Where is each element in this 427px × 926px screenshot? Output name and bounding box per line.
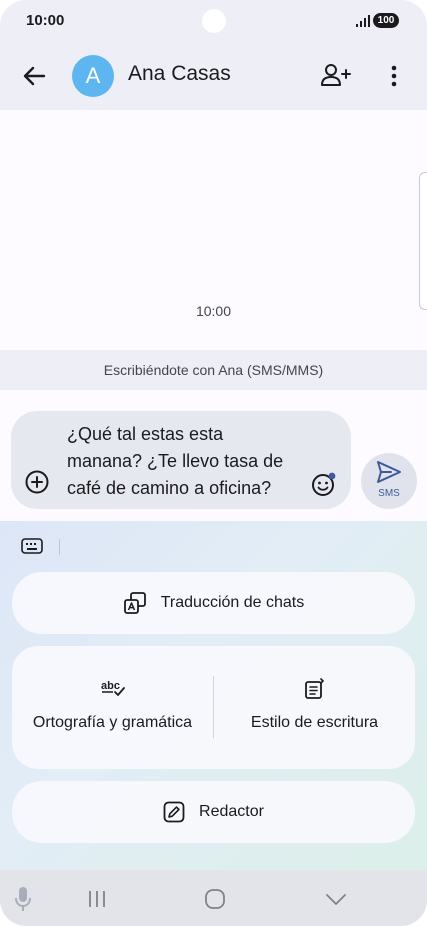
status-time: 10:00 — [26, 12, 65, 29]
chat-translation-button[interactable]: Traducción de chats — [12, 572, 415, 634]
message-thread[interactable]: 10:00 — [0, 110, 427, 350]
send-label: SMS — [378, 488, 400, 499]
contact-name[interactable]: Ana Casas — [128, 62, 231, 86]
writing-style-button[interactable]: Estilo de escritura — [214, 646, 415, 769]
spelling-grammar-label: Ortografía y gramática — [32, 714, 193, 731]
hide-keyboard-button[interactable] — [321, 886, 351, 912]
message-timestamp: 10:00 — [195, 303, 232, 319]
message-line: manana? ¿Te llevo tasa de — [67, 451, 284, 471]
writing-assist-panel: Traducción de chats abc Ortografía y gra… — [0, 521, 427, 870]
protocol-banner: Escribiéndote con Ana (SMS/MMS) — [0, 350, 427, 390]
recent-apps-button[interactable] — [82, 886, 112, 912]
chat-translation-label: Traducción de chats — [160, 594, 305, 611]
message-line: café de camino a oficina? — [67, 478, 272, 498]
svg-text:abc: abc — [101, 680, 120, 692]
conversation-header: A Ana Casas — [0, 42, 427, 110]
add-attachment-button[interactable] — [24, 469, 50, 495]
send-sms-button[interactable]: SMS — [361, 453, 417, 509]
send-icon — [377, 461, 401, 483]
scroll-handle[interactable] — [419, 172, 427, 310]
composer-label: Redactor — [199, 803, 264, 820]
compose-area: ¿Qué tal estas esta manana? ¿Te llevo ta… — [0, 390, 427, 521]
spellcheck-icon: abc — [101, 680, 125, 696]
toolbar-divider — [59, 539, 60, 555]
message-text[interactable]: ¿Qué tal estas esta manana? ¿Te llevo ta… — [67, 421, 307, 502]
keyboard-icon[interactable] — [21, 537, 43, 555]
home-button[interactable] — [200, 886, 230, 912]
compose-edit-icon — [163, 801, 185, 823]
status-bar: 10:00 100 — [0, 0, 427, 42]
assist-options-row: abc Ortografía y gramática Estilo de esc… — [12, 646, 415, 769]
spelling-grammar-button[interactable]: abc Ortografía y gramática — [12, 646, 213, 769]
battery-indicator: 100 — [373, 13, 399, 28]
back-button[interactable] — [18, 60, 50, 92]
microphone-icon[interactable] — [8, 886, 38, 912]
writing-style-icon — [304, 678, 324, 699]
translate-icon — [123, 592, 146, 614]
signal-icon — [356, 15, 370, 27]
more-options-button[interactable] — [380, 60, 408, 92]
message-input[interactable]: ¿Qué tal estas esta manana? ¿Te llevo ta… — [11, 411, 351, 509]
writing-style-label: Estilo de escritura — [250, 714, 379, 731]
camera-cutout — [202, 9, 226, 33]
phone-screen: 10:00 100 A Ana Casas 10:00 Escribiéndot… — [0, 0, 427, 926]
emoji-button[interactable] — [309, 469, 339, 499]
avatar[interactable]: A — [72, 55, 114, 97]
add-person-button[interactable] — [318, 60, 352, 92]
message-line: ¿Qué tal estas esta — [67, 424, 224, 444]
composer-button[interactable]: Redactor — [12, 781, 415, 843]
navigation-bar — [0, 870, 427, 926]
